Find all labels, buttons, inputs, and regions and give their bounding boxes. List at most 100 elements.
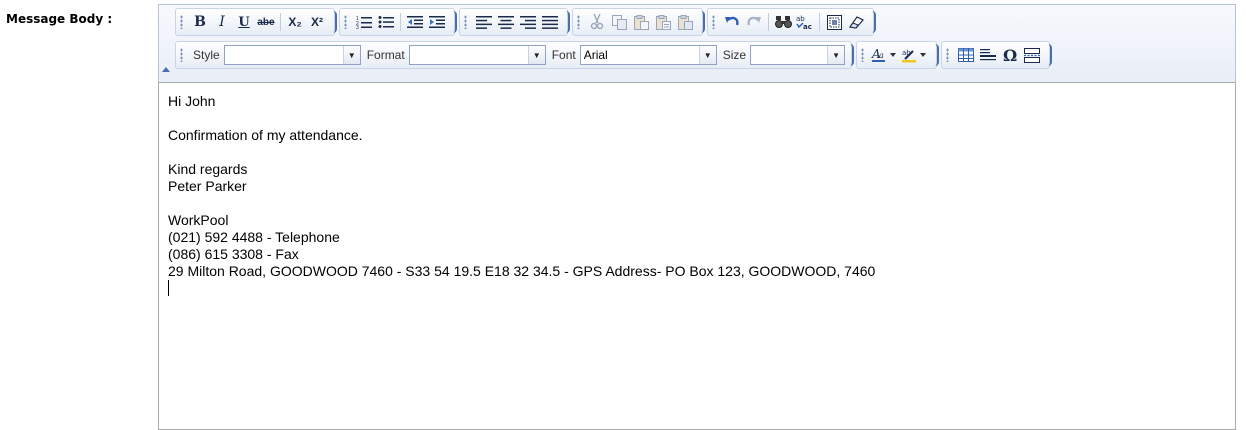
align-left-icon bbox=[476, 15, 492, 29]
text-color-button[interactable]: Aa bbox=[870, 44, 900, 66]
list-indent-group: 123 bbox=[339, 8, 457, 36]
unordered-list-icon bbox=[378, 16, 394, 28]
body-blank-line bbox=[168, 144, 1226, 161]
outdent-icon bbox=[407, 16, 423, 28]
paste-word-icon bbox=[677, 14, 693, 30]
undo-button[interactable] bbox=[721, 11, 743, 33]
toolbar-separator bbox=[400, 13, 401, 31]
background-color-button[interactable]: ab bbox=[900, 44, 930, 66]
svg-text:ac: ac bbox=[803, 23, 812, 30]
size-label: Size bbox=[722, 48, 747, 62]
table-button[interactable] bbox=[955, 44, 977, 66]
horizontal-rule-icon bbox=[980, 49, 997, 61]
rich-text-editor: B I U abe X₂ X² 123 ab ac Style ▼ Format… bbox=[158, 4, 1236, 430]
body-line: WorkPool bbox=[168, 212, 229, 228]
toolbar-separator bbox=[819, 13, 820, 31]
paste-text-icon bbox=[655, 14, 671, 30]
indent-button[interactable] bbox=[426, 11, 448, 33]
text-color-icon: Aa bbox=[871, 47, 897, 62]
horizontal-rule-button[interactable] bbox=[977, 44, 999, 66]
redo-button[interactable] bbox=[743, 11, 765, 33]
eraser-icon bbox=[848, 16, 864, 29]
alignment-group bbox=[459, 8, 570, 36]
eraser-button[interactable] bbox=[845, 11, 867, 33]
body-blank-line bbox=[168, 110, 1226, 127]
editor-toolbar: B I U abe X₂ X² 123 ab ac Style ▼ Format… bbox=[158, 4, 1236, 82]
source-button[interactable] bbox=[823, 11, 845, 33]
cut-icon bbox=[590, 14, 604, 30]
style-label: Style bbox=[193, 48, 220, 62]
paste-word-button[interactable] bbox=[674, 11, 696, 33]
body-line: Confirmation of my attendance. bbox=[168, 127, 363, 143]
chevron-down-icon: ▼ bbox=[827, 46, 845, 64]
strikethrough-button[interactable]: abe bbox=[255, 11, 277, 33]
page-break-icon bbox=[1024, 47, 1041, 63]
paste-text-button[interactable] bbox=[652, 11, 674, 33]
omega-icon: Ω bbox=[1002, 45, 1018, 65]
history-tools-group: ab ac bbox=[707, 8, 876, 36]
redo-icon bbox=[747, 16, 761, 26]
underline-button[interactable]: U bbox=[233, 11, 255, 33]
superscript-icon: X² bbox=[311, 15, 323, 29]
style-select[interactable]: ▼ bbox=[223, 45, 361, 65]
paste-icon bbox=[633, 14, 649, 30]
font-select-value: Arial bbox=[583, 48, 608, 62]
copy-icon bbox=[611, 14, 627, 30]
align-left-button[interactable] bbox=[473, 11, 495, 33]
cut-button[interactable] bbox=[586, 11, 608, 33]
text-caret-line bbox=[168, 280, 1226, 297]
bold-icon: B bbox=[194, 14, 206, 30]
copy-button[interactable] bbox=[608, 11, 630, 33]
chevron-down-icon: ▼ bbox=[527, 46, 545, 64]
font-select[interactable]: Arial ▼ bbox=[579, 45, 717, 65]
chevron-down-icon: ▼ bbox=[342, 46, 360, 64]
ordered-list-button[interactable]: 123 bbox=[353, 11, 375, 33]
unordered-list-button[interactable] bbox=[375, 11, 397, 33]
subscript-icon: X₂ bbox=[288, 15, 302, 29]
text-format-group: B I U abe X₂ X² bbox=[175, 8, 337, 36]
ordered-list-icon: 123 bbox=[356, 16, 372, 29]
undo-icon bbox=[725, 16, 739, 26]
insert-group: Ω bbox=[941, 41, 1053, 69]
highlight-icon: ab bbox=[902, 49, 927, 63]
align-right-icon bbox=[520, 15, 536, 29]
toolbar-separator bbox=[768, 13, 769, 31]
outdent-button[interactable] bbox=[404, 11, 426, 33]
italic-button[interactable]: I bbox=[211, 11, 233, 33]
color-group: Aa ab bbox=[856, 41, 940, 69]
svg-text:a: a bbox=[879, 51, 884, 60]
message-body-label: Message Body : bbox=[6, 12, 113, 26]
source-icon bbox=[826, 14, 842, 30]
paste-button[interactable] bbox=[630, 11, 652, 33]
body-line: 29 Milton Road, GOODWOOD 7460 - S33 54 1… bbox=[168, 263, 876, 279]
font-label: Font bbox=[551, 48, 576, 62]
indent-icon bbox=[429, 16, 445, 28]
page-break-button[interactable] bbox=[1021, 44, 1043, 66]
size-select[interactable]: ▼ bbox=[750, 45, 846, 65]
format-select[interactable]: ▼ bbox=[408, 45, 546, 65]
align-center-icon bbox=[498, 15, 514, 29]
spellcheck-button[interactable]: ab ac bbox=[794, 11, 816, 33]
body-blank-line bbox=[168, 195, 1226, 212]
justify-button[interactable] bbox=[539, 11, 561, 33]
toolbar-collapse-icon[interactable] bbox=[162, 67, 170, 72]
subscript-button[interactable]: X₂ bbox=[284, 11, 306, 33]
strikethrough-icon: abe bbox=[257, 16, 275, 28]
bold-button[interactable]: B bbox=[189, 11, 211, 33]
body-line: (021) 592 4488 - Telephone bbox=[168, 229, 340, 245]
body-line: Kind regards bbox=[168, 161, 248, 177]
body-line: Peter Parker bbox=[168, 178, 247, 194]
chevron-down-icon: ▼ bbox=[698, 46, 716, 64]
body-line: Hi John bbox=[168, 93, 216, 109]
spellcheck-icon: abac bbox=[796, 15, 812, 30]
align-right-button[interactable] bbox=[517, 11, 539, 33]
justify-icon bbox=[542, 15, 558, 29]
svg-text:3: 3 bbox=[356, 25, 359, 29]
format-label: Format bbox=[366, 48, 405, 62]
align-center-button[interactable] bbox=[495, 11, 517, 33]
special-char-button[interactable]: Ω bbox=[999, 44, 1021, 66]
superscript-button[interactable]: X² bbox=[306, 11, 328, 33]
table-icon bbox=[958, 48, 975, 62]
message-body-editor[interactable]: Hi John Confirmation of my attendance. K… bbox=[158, 82, 1236, 430]
find-button[interactable] bbox=[772, 11, 794, 33]
